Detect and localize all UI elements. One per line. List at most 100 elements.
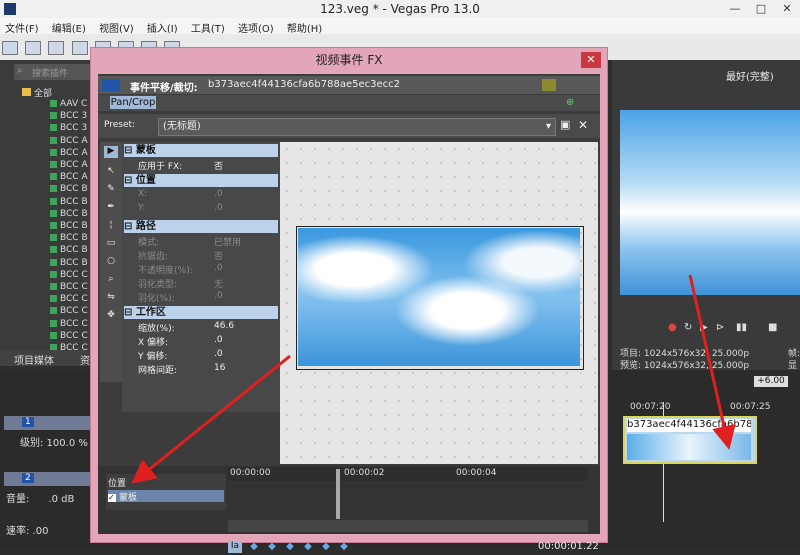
pause-icon[interactable]: ▮▮ — [736, 322, 747, 333]
zoom-icon[interactable]: ⌕ — [104, 274, 118, 286]
tree-item[interactable]: BCC C — [50, 319, 90, 331]
tree-item[interactable]: BCC A — [50, 160, 90, 172]
move-icon[interactable]: ✥ — [104, 310, 118, 322]
prop-feather[interactable]: 羽化(%): .0 — [124, 290, 278, 304]
menu-help[interactable]: 帮助(H) — [282, 18, 327, 35]
pen-add-icon[interactable]: ✒ — [104, 202, 118, 214]
section-workspace[interactable]: ⊟ 工作区 — [124, 306, 278, 319]
arrow-tool-icon[interactable]: ↖ — [104, 166, 118, 178]
track-2-number: 2 — [22, 473, 34, 483]
close-button[interactable]: ✕ — [774, 0, 800, 18]
tree-root[interactable]: 全部 — [22, 86, 90, 99]
tree-item[interactable]: BCC B — [50, 209, 90, 221]
menu-insert[interactable]: 插入(I) — [142, 18, 183, 35]
track-1-header[interactable]: 1 — [4, 416, 90, 430]
prop-feather-type[interactable]: 羽化类型: 无 — [124, 276, 278, 290]
prop-value: .0 — [214, 203, 223, 213]
tree-item[interactable]: BCC A — [50, 172, 90, 184]
minimize-button[interactable]: — — [722, 0, 748, 18]
keyframe-scrollbar[interactable] — [228, 520, 588, 532]
plugin-chain-icon[interactable]: ⊕ — [566, 97, 578, 109]
new-icon[interactable] — [2, 41, 18, 55]
tree-item[interactable]: BCC C — [50, 270, 90, 282]
track-2-header[interactable]: 2 — [4, 472, 90, 486]
tree-item[interactable]: BCC A — [50, 148, 90, 160]
maximize-button[interactable]: □ — [748, 0, 774, 18]
play-icon[interactable]: ▶ — [700, 322, 708, 333]
plugin-icon — [50, 258, 57, 266]
prev-keyframe-icon[interactable]: ◆ — [266, 541, 278, 553]
stop-icon[interactable]: ■ — [768, 322, 777, 333]
tree-item[interactable]: BCC 3 — [50, 123, 90, 135]
select-tool-icon[interactable]: ▶ — [104, 146, 118, 158]
prop-antialias[interactable]: 抗锯齿: 否 — [124, 248, 278, 262]
preview-quality[interactable]: 最好(完整) — [726, 68, 774, 83]
prop-opacity[interactable]: 不透明度(%): .0 — [124, 262, 278, 276]
plugin-icon — [50, 307, 57, 315]
prop-y-offset[interactable]: Y 偏移: .0 — [124, 348, 278, 362]
loop-icon[interactable]: ↻ — [684, 322, 692, 333]
tree-item[interactable]: BCC C — [50, 294, 90, 306]
prop-grid-spacing[interactable]: 网格间距: 16 — [124, 362, 278, 376]
menu-view[interactable]: 视图(V) — [94, 18, 139, 35]
prop-value: 16 — [214, 363, 226, 373]
tree-item[interactable]: BCC B — [50, 221, 90, 233]
tree-item[interactable]: BCC A — [50, 136, 90, 148]
search-field[interactable]: ⌕ 搜索插件 — [14, 64, 90, 80]
last-keyframe-icon[interactable]: ◆ — [302, 541, 314, 553]
save-as-icon[interactable] — [71, 41, 88, 55]
flip-icon[interactable]: ⇋ — [104, 292, 118, 304]
tree-item[interactable]: BCC C — [50, 331, 90, 343]
next-keyframe-icon[interactable]: ◆ — [284, 541, 296, 553]
kf-track-position[interactable]: 位置 — [108, 476, 224, 489]
tree-item[interactable]: BCC B — [50, 184, 90, 196]
bypass-icon[interactable] — [542, 79, 556, 91]
delete-keyframe-icon[interactable]: ◆ — [338, 541, 350, 553]
preset-dropdown[interactable]: (无标题) ▾ — [158, 118, 556, 136]
video-clip[interactable]: b373aec4f44136cfa6b788ae5 — [623, 416, 757, 464]
checkbox-icon[interactable]: ✓ — [108, 494, 116, 502]
kf-track-mask[interactable]: ✓ 蒙板 — [108, 490, 224, 503]
prop-x[interactable]: X: .0 — [124, 188, 278, 201]
tree-item[interactable]: BCC C — [50, 306, 90, 318]
tree-item-label: BCC B — [60, 233, 88, 244]
tree-item[interactable]: BCC C — [50, 282, 90, 294]
tree-item[interactable]: BCC B — [50, 258, 90, 270]
prop-x-offset[interactable]: X 偏移: .0 — [124, 334, 278, 348]
first-keyframe-icon[interactable]: ◆ — [248, 541, 260, 553]
pen-tool-icon[interactable]: ✎ — [104, 184, 118, 196]
menu-file[interactable]: 文件(F) — [0, 18, 44, 35]
prop-y[interactable]: Y: .0 — [124, 202, 278, 215]
menu-tools[interactable]: 工具(T) — [186, 18, 230, 35]
rectangle-icon[interactable]: ▭ — [104, 238, 118, 250]
tab-project-media[interactable]: 项目媒体 — [14, 352, 54, 367]
section-path[interactable]: ⊟ 路径 — [124, 220, 278, 233]
open-icon[interactable] — [25, 41, 42, 55]
menu-options[interactable]: 选项(O) — [233, 18, 279, 35]
section-mask[interactable]: ⊟ 蒙板 — [124, 144, 278, 157]
play-from-start-icon[interactable]: ⊳ — [716, 322, 724, 333]
save-preset-icon[interactable]: ▣ — [560, 118, 572, 132]
dialog-close-button[interactable]: ✕ — [581, 52, 601, 68]
tree-item[interactable]: BCC B — [50, 233, 90, 245]
tree-item[interactable]: BCC B — [50, 245, 90, 257]
kf-cursor[interactable] — [336, 469, 340, 519]
prop-zoom[interactable]: 缩放(%): 46.6 — [124, 320, 278, 334]
menu-edit[interactable]: 编辑(E) — [47, 18, 91, 35]
tab-explorer[interactable]: 资 — [80, 352, 90, 367]
add-keyframe-icon[interactable]: ◆ — [320, 541, 332, 553]
prop-mode[interactable]: 模式: 已禁用 — [124, 234, 278, 248]
tree-item[interactable]: AAV C — [50, 99, 90, 111]
delete-preset-icon[interactable]: ✕ — [578, 118, 590, 132]
pan-crop-tab[interactable]: Pan/Crop — [110, 96, 156, 109]
pen-split-icon[interactable]: ¦ — [104, 220, 118, 232]
event-row: 事件平移/裁切: b373aec4f44136cfa6b788ae5ec3ecc… — [98, 76, 600, 94]
prop-apply-fx[interactable]: 应用于 FX: 否 — [124, 158, 278, 172]
save-icon[interactable] — [48, 41, 65, 55]
ellipse-icon[interactable]: ○ — [104, 256, 118, 268]
sync-cursor-icon[interactable]: Ia — [228, 541, 242, 553]
tree-item[interactable]: BCC 3 — [50, 111, 90, 123]
tree-item[interactable]: BCC B — [50, 197, 90, 209]
section-position[interactable]: ⊟ 位置 — [124, 174, 278, 187]
record-icon[interactable]: ● — [668, 322, 677, 333]
